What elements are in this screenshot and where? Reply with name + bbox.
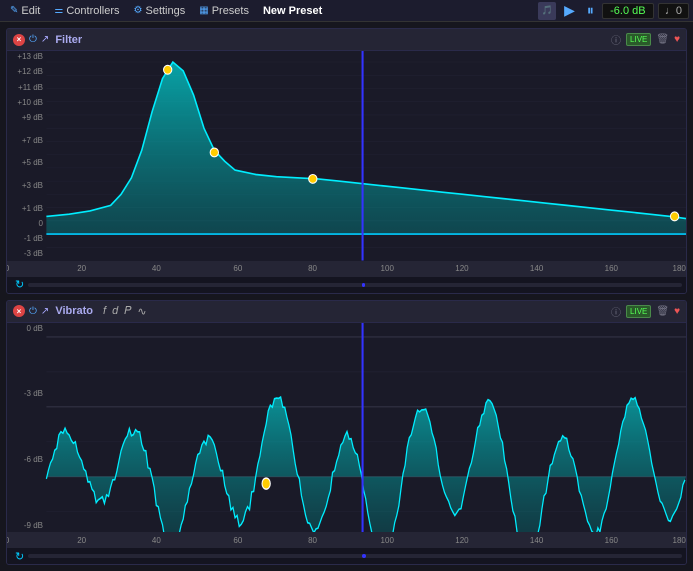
vibrato-panel-header: × ⏻ ↗ Vibrato f d 𝑃 ∿ ⓘ LIVE 🗑 ♥ xyxy=(7,301,686,323)
play-button[interactable]: ▶ xyxy=(560,2,579,19)
vibrato-x-axis: 0 20 40 60 80 100 120 140 160 180 xyxy=(7,532,686,548)
vibrato-loop-icon[interactable]: ↻ xyxy=(15,550,24,563)
vx-label-140: 140 xyxy=(530,536,543,545)
vibrato-close-button[interactable]: × xyxy=(13,305,25,317)
x-label-100: 100 xyxy=(381,264,394,273)
vibrato-live-badge: LIVE xyxy=(626,305,651,318)
x-label-180: 180 xyxy=(673,264,686,273)
x-label-140: 140 xyxy=(530,264,543,273)
filter-header-right: ⓘ LIVE 🗑 ♥ xyxy=(611,32,680,47)
filter-trash-icon[interactable]: 🗑 xyxy=(656,34,669,45)
edit-icon: ✎ xyxy=(10,5,18,16)
vibrato-title: Vibrato xyxy=(55,305,93,317)
filter-close-button[interactable]: × xyxy=(13,34,25,46)
vibrato-title-icon: ↗ xyxy=(41,306,49,317)
filter-title: Filter xyxy=(55,34,82,46)
vibrato-info-icon[interactable]: ⓘ xyxy=(611,304,621,319)
vx-label-0: 0 xyxy=(6,536,9,545)
preset-name: New Preset xyxy=(257,3,328,19)
x-label-40: 40 xyxy=(152,264,161,273)
vx-label-160: 160 xyxy=(605,536,618,545)
vibrato-depth-icon[interactable]: d xyxy=(112,305,118,317)
vibrato-mode-icons: f d 𝑃 ∿ xyxy=(103,305,147,318)
main-content: × ⏻ ↗ Filter ⓘ LIVE 🗑 ♥ +13 dB +12 dB +1… xyxy=(0,22,693,571)
edit-label: Edit xyxy=(21,5,40,17)
filter-panel-header: × ⏻ ↗ Filter ⓘ LIVE 🗑 ♥ xyxy=(7,29,686,51)
note-display[interactable]: ♩0 xyxy=(658,3,689,19)
menu-presets[interactable]: ▦ Presets xyxy=(193,3,255,19)
menu-bar: ✎ Edit ⚌ Controllers ⚙ Settings ▦ Preset… xyxy=(0,0,693,22)
vibrato-header-right: ⓘ LIVE 🗑 ♥ xyxy=(611,304,680,319)
x-label-0: 0 xyxy=(6,264,9,273)
filter-loop-icon[interactable]: ↻ xyxy=(15,278,24,291)
vibrato-power-button[interactable]: ⏻ xyxy=(29,306,37,317)
pause-button[interactable]: ⏸ xyxy=(583,2,598,19)
settings-label: Settings xyxy=(145,5,185,17)
vx-label-60: 60 xyxy=(233,536,242,545)
menu-edit[interactable]: ✎ Edit xyxy=(4,3,46,19)
vibrato-wave-svg xyxy=(7,323,686,533)
settings-icon: ⚙ xyxy=(134,5,143,16)
vibrato-trash-icon[interactable]: 🗑 xyxy=(656,306,669,317)
vx-label-20: 20 xyxy=(77,536,86,545)
vx-label-40: 40 xyxy=(152,536,161,545)
volume-display[interactable]: -6.0 dB xyxy=(602,3,654,19)
menu-bar-right: 🎵 ▶ ⏸ -6.0 dB ♩0 xyxy=(538,2,689,20)
vibrato-visualization[interactable]: 0 dB -3 dB -6 dB -9 dB xyxy=(7,323,686,533)
x-label-160: 160 xyxy=(605,264,618,273)
presets-icon: ▦ xyxy=(199,5,208,16)
x-label-80: 80 xyxy=(308,264,317,273)
menu-settings[interactable]: ⚙ Settings xyxy=(128,3,192,19)
menu-controllers[interactable]: ⚌ Controllers xyxy=(48,3,125,19)
vx-label-180: 180 xyxy=(673,536,686,545)
filter-title-icon: ↗ xyxy=(41,34,49,45)
vibrato-phase-icon[interactable]: 𝑃 xyxy=(124,305,131,318)
filter-info-icon[interactable]: ⓘ xyxy=(611,32,621,47)
vx-label-120: 120 xyxy=(455,536,468,545)
filter-heart-icon[interactable]: ♥ xyxy=(674,34,680,45)
x-label-60: 60 xyxy=(233,264,242,273)
filter-panel: × ⏻ ↗ Filter ⓘ LIVE 🗑 ♥ +13 dB +12 dB +1… xyxy=(6,28,687,294)
vibrato-freq-icon[interactable]: f xyxy=(103,305,106,317)
x-label-20: 20 xyxy=(77,264,86,273)
filter-bottom-bar: ↻ xyxy=(7,277,686,293)
vx-label-80: 80 xyxy=(308,536,317,545)
filter-visualization[interactable]: +13 dB +12 dB +11 dB +10 dB +9 dB +7 dB … xyxy=(7,51,686,261)
midi-icon: 🎵 xyxy=(538,2,556,20)
filter-x-axis: 0 20 40 60 80 100 120 140 160 180 xyxy=(7,261,686,277)
filter-live-badge: LIVE xyxy=(626,33,651,46)
x-label-120: 120 xyxy=(455,264,468,273)
vibrato-panel: × ⏻ ↗ Vibrato f d 𝑃 ∿ ⓘ LIVE 🗑 ♥ 0 dB xyxy=(6,300,687,566)
vibrato-wave-icon[interactable]: ∿ xyxy=(137,305,146,318)
presets-label: Presets xyxy=(212,5,249,17)
vx-label-100: 100 xyxy=(381,536,394,545)
vibrato-bottom-bar: ↻ xyxy=(7,548,686,564)
controllers-icon: ⚌ xyxy=(54,5,63,16)
filter-curve-svg xyxy=(7,51,686,261)
controllers-label: Controllers xyxy=(66,5,119,17)
vibrato-heart-icon[interactable]: ♥ xyxy=(674,306,680,317)
filter-power-button[interactable]: ⏻ xyxy=(29,34,37,45)
